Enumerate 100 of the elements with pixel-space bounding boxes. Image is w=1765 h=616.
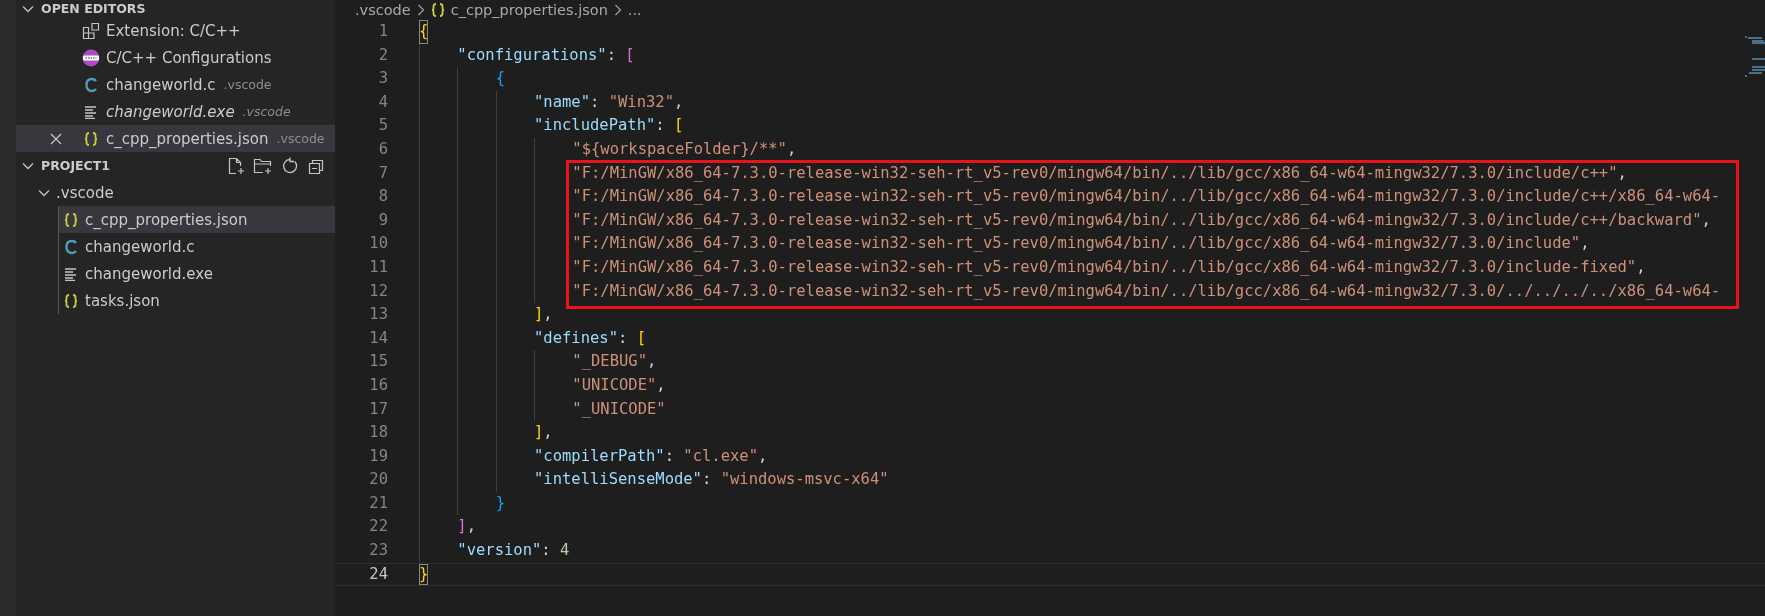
line-number: 19 <box>368 445 388 467</box>
file-name: changeworld.exe <box>85 264 213 283</box>
line-number: 18 <box>368 422 388 444</box>
punctuation: , <box>1617 162 1627 184</box>
line-number: 3 <box>377 68 388 90</box>
breadcrumb-item[interactable]: c_cpp_properties.json <box>450 2 608 18</box>
bracket: ] <box>419 303 544 327</box>
line-number: 2 <box>377 44 388 66</box>
line-number: 1 <box>377 21 388 42</box>
line-number: 13 <box>368 304 388 326</box>
string-value: "F:/MinGW/x86_64-7.3.0-release-win32-seh-rt_v5-rev0/mingw64/bin/../lib/gcc/x86_64-w64-mingw32/7.3.0/include/c++" <box>419 161 1618 186</box>
bracket: { <box>419 67 505 91</box>
folder-item[interactable]: .vscode <box>16 179 335 206</box>
open-editor-item[interactable]: C/C++ Configurations <box>16 44 335 71</box>
new-folder-icon <box>253 156 273 175</box>
curly-braces-icon <box>64 211 78 228</box>
punctuation: , <box>674 91 684 113</box>
open-editor-item[interactable]: Extension: C/C++ <box>16 17 335 44</box>
punctuation: , <box>1580 233 1590 255</box>
line-number: 11 <box>368 256 388 278</box>
number-value: 4 <box>560 540 570 562</box>
line-number: 15 <box>368 351 388 373</box>
bracket: } <box>419 563 429 586</box>
string-value: "F:/MinGW/x86_64-7.3.0-release-win32-seh-rt_v5-rev0/mingw64/bin/../lib/gcc/x86_64-w64-mingw32/7.3.0/include" <box>419 232 1581 256</box>
file-name: C/C++ Configurations <box>106 48 272 67</box>
file-item[interactable]: tasks.json <box>59 287 335 314</box>
open-editor-item[interactable]: changeworld.exe .vscode <box>16 98 335 125</box>
toolbar-button[interactable] <box>253 156 273 175</box>
json-key: "version" <box>419 539 542 563</box>
file-name: changeworld.exe <box>106 102 235 121</box>
toolbar-button[interactable] <box>227 156 245 175</box>
section-header[interactable]: OPEN EDITORS <box>16 0 335 17</box>
line-number: 5 <box>377 115 388 137</box>
line-number: 8 <box>377 186 388 208</box>
chevron-right-icon <box>613 4 622 16</box>
toolbar-button[interactable] <box>281 156 299 175</box>
section-header[interactable]: PROJECT1 <box>16 152 335 179</box>
punctuation: : <box>606 44 617 66</box>
folder-hint: .vscode <box>223 77 272 92</box>
punctuation: , <box>1701 209 1711 231</box>
section-title: PROJECT1 <box>41 158 110 173</box>
file-name: c_cpp_properties.json <box>85 210 248 229</box>
string-value: "${workspaceFolder}/**" <box>419 137 787 162</box>
line-number: 10 <box>368 233 388 255</box>
lines-icon <box>64 266 78 281</box>
chevron-down-icon <box>38 188 50 197</box>
folder-hint: .vscode <box>242 104 291 119</box>
breadcrumb-item[interactable]: ... <box>627 2 642 18</box>
json-key: "intelliSenseMode" <box>419 468 702 492</box>
punctuation: : <box>664 445 675 467</box>
string-value: "F:/MinGW/x86_64-7.3.0-release-win32-seh-rt_v5-rev0/mingw64/bin/../lib/gcc/x86_64-w64-mingw32/7.3.0/include/c++/backward" <box>419 208 1702 233</box>
line-number: 9 <box>377 209 388 231</box>
curly-braces-icon <box>84 130 98 147</box>
string-value: "_DEBUG" <box>419 350 647 374</box>
string-value: "windows-msvc-x64" <box>720 469 889 491</box>
string-value: "Win32" <box>608 91 674 113</box>
string-value: "cl.exe" <box>683 445 758 467</box>
file-name: changeworld.c <box>106 75 216 94</box>
file-item[interactable]: changeworld.exe <box>59 260 335 287</box>
string-value: "F:/MinGW/x86_64-7.3.0-release-win32-seh-rt_v5-rev0/mingw64/bin/../lib/gcc/x86_64-w64-mingw32/7.3.0/include/c++/x86_64-w64- <box>419 185 1721 209</box>
folder-hint: .vscode <box>276 131 325 146</box>
punctuation: : <box>541 540 552 562</box>
punctuation: , <box>543 422 553 444</box>
bracket: ] <box>419 421 544 445</box>
curly-braces-icon <box>64 292 78 309</box>
bracket: { <box>419 20 429 44</box>
line-number: 14 <box>368 327 388 349</box>
punctuation: , <box>543 304 553 326</box>
line-number: 20 <box>368 469 388 491</box>
file-item[interactable]: c_cpp_properties.json <box>59 206 335 233</box>
line-number: 24 <box>368 563 388 585</box>
letter-c-icon <box>64 238 78 255</box>
line-number: 23 <box>368 540 388 562</box>
json-key: "compilerPath" <box>419 444 665 469</box>
extension-icon <box>82 21 100 40</box>
file-item[interactable]: changeworld.c <box>59 233 335 260</box>
chevron-down-icon <box>22 161 34 170</box>
badge-logo-icon <box>82 48 100 67</box>
punctuation: : <box>655 115 666 137</box>
open-editor-item[interactable]: c_cpp_properties.json .vscode <box>16 125 335 152</box>
close-icon <box>50 132 62 145</box>
line-number: 4 <box>377 91 388 113</box>
letter-c-icon <box>84 76 98 93</box>
string-value: "F:/MinGW/x86_64-7.3.0-release-win32-seh-rt_v5-rev0/mingw64/bin/../lib/gcc/x86_64-w64-mingw32/7.3.0/../../../../x86_64-w64- <box>419 279 1721 304</box>
punctuation: : <box>701 469 713 491</box>
bracket: [ <box>636 327 646 349</box>
bracket: ] <box>419 515 467 540</box>
line-number: 16 <box>368 374 388 396</box>
breadcrumb-item[interactable]: .vscode <box>355 2 411 18</box>
open-editor-item[interactable]: changeworld.c .vscode <box>16 71 335 98</box>
line-number: 12 <box>368 280 388 302</box>
section-title: OPEN EDITORS <box>41 1 146 16</box>
file-name: changeworld.c <box>85 237 195 256</box>
lines-icon <box>84 104 98 119</box>
json-key: "configurations" <box>419 43 607 68</box>
line-number: 22 <box>368 516 388 538</box>
folder-name: .vscode <box>56 183 114 202</box>
file-name: c_cpp_properties.json <box>106 129 269 148</box>
file-name: Extension: C/C++ <box>106 21 241 40</box>
string-value: "UNICODE" <box>419 373 657 398</box>
